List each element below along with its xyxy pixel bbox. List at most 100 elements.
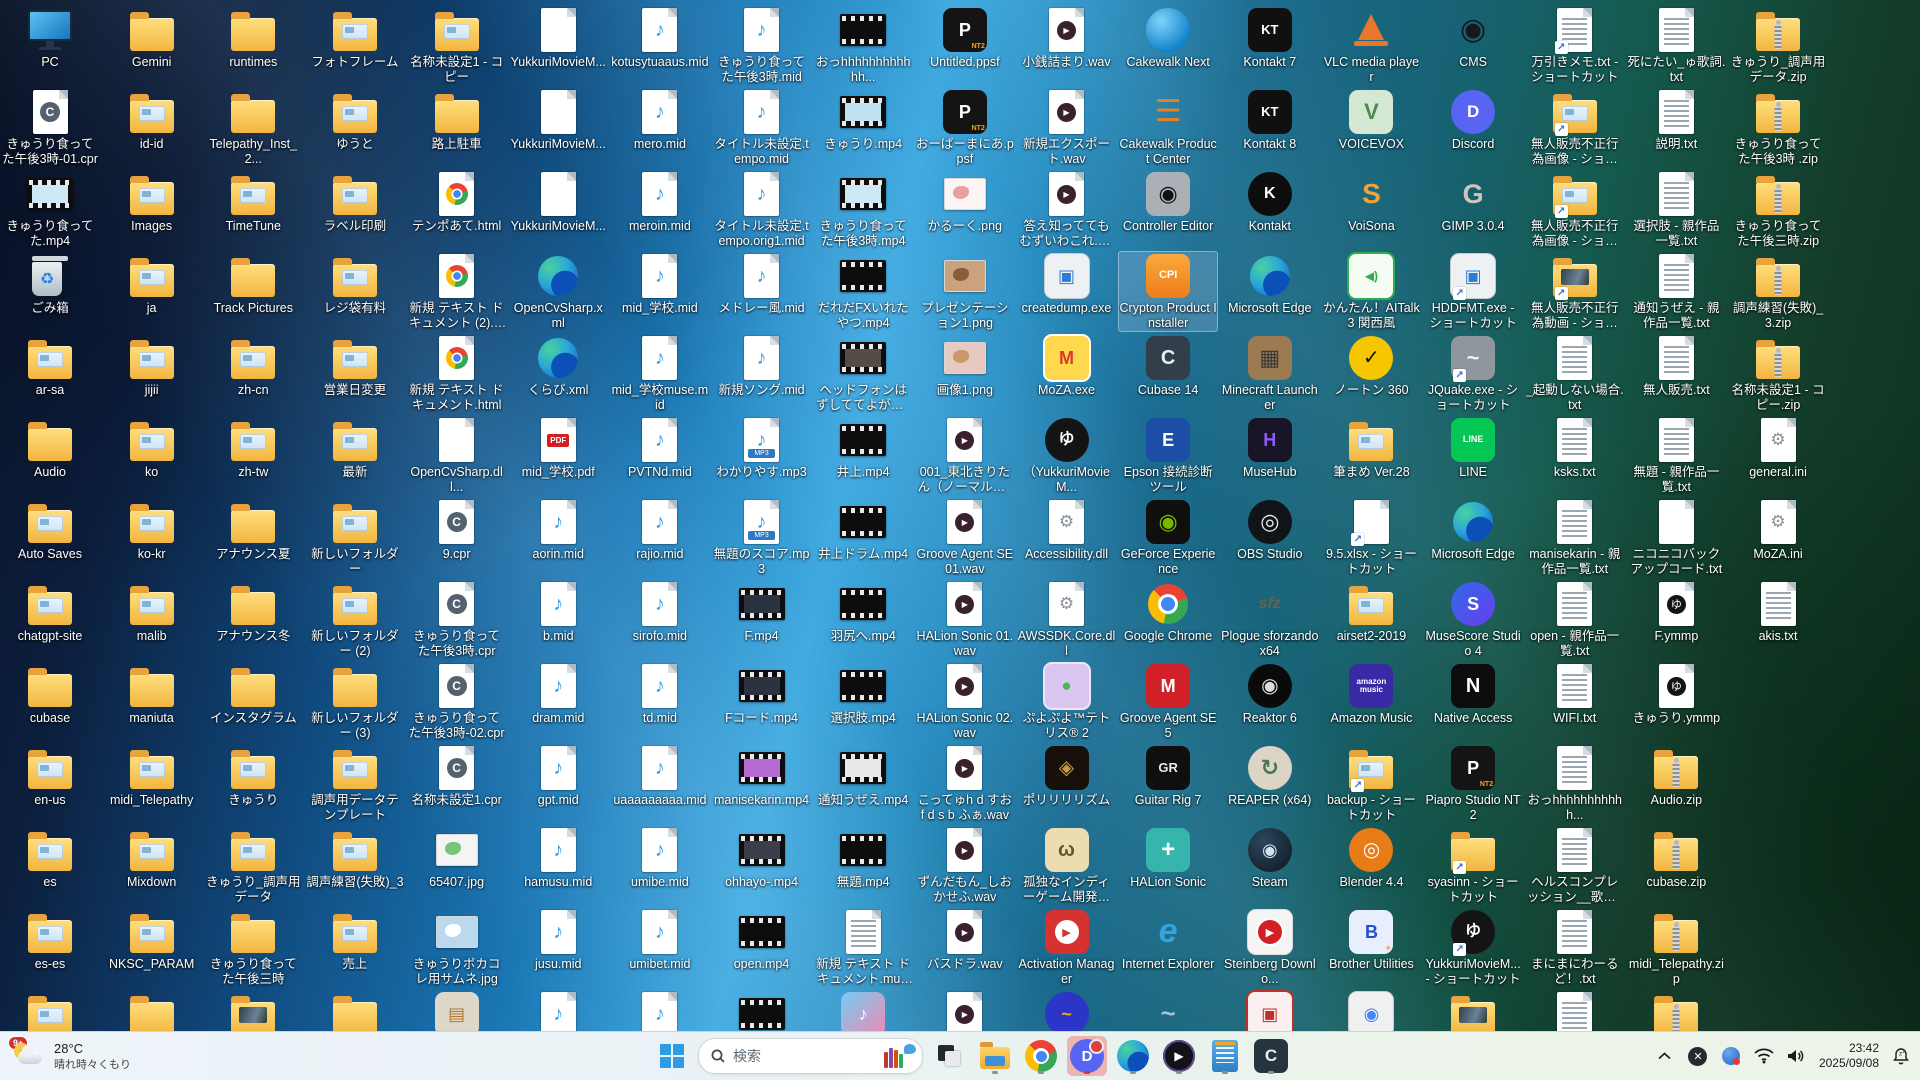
desktop-icon[interactable]: Google Chrome bbox=[1119, 580, 1217, 644]
app-squares-button[interactable] bbox=[929, 1036, 969, 1076]
start-button[interactable] bbox=[652, 1036, 692, 1076]
desktop-icon[interactable]: ▶ HALion Sonic 01.wav bbox=[916, 580, 1014, 659]
desktop-icon[interactable]: chatgpt-site bbox=[1, 580, 99, 644]
desktop-icon[interactable]: アナウンス夏 bbox=[204, 498, 302, 562]
desktop-icon[interactable]: ♪ b.mid bbox=[509, 580, 607, 644]
desktop-icon[interactable]: es bbox=[1, 826, 99, 890]
desktop-icon[interactable]: ♪ タイトル未設定.tempo.mid bbox=[713, 88, 811, 167]
desktop-icon[interactable]: ▶001_東北きりたん（ノーマル）_今じゃ... bbox=[916, 416, 1014, 495]
desktop-icon[interactable]: Auto Saves bbox=[1, 498, 99, 562]
desktop-icon[interactable]: C きゅうり食ってた午後3時-01.cpr bbox=[1, 88, 99, 167]
desktop-icon[interactable]: C Cubase 14 bbox=[1119, 334, 1217, 398]
desktop-icon[interactable]: 井上.mp4 bbox=[814, 416, 912, 480]
desktop-icon[interactable]: PDF mid_学校.pdf bbox=[509, 416, 607, 480]
desktop-icon[interactable]: ◉ Reaktor 6 bbox=[1221, 662, 1319, 726]
desktop-icon[interactable]: 新しいフォルダー (3) bbox=[306, 662, 404, 741]
desktop-icon[interactable]: ゆ ↗ YukkuriMovieM... - ショートカット bbox=[1424, 908, 1522, 987]
desktop-icon[interactable]: open - 親作品一覧.txt bbox=[1526, 580, 1624, 659]
desktop-icon[interactable]: 筆まめ Ver.28 bbox=[1322, 416, 1420, 480]
desktop-icon[interactable]: ● ぷよぷよ™テトリス® 2 bbox=[1018, 662, 1116, 741]
desktop-icon[interactable]: airset2-2019 bbox=[1322, 580, 1420, 644]
desktop-icon[interactable]: テンポあて.html bbox=[408, 170, 506, 234]
desktop-icon[interactable]: es-es bbox=[1, 908, 99, 972]
desktop-icon[interactable]: 調声用データテンプレート bbox=[306, 744, 404, 823]
desktop-icon[interactable]: ♪ mid_学校.mid bbox=[611, 252, 709, 316]
desktop-icon[interactable]: 最新 bbox=[306, 416, 404, 480]
tray-app-orb-icon[interactable] bbox=[1720, 1045, 1742, 1067]
desktop-icon[interactable]: Telepathy_Inst_2... bbox=[204, 88, 302, 167]
desktop-icon[interactable]: ⚙ MoZA.ini bbox=[1729, 498, 1827, 562]
desktop-icon[interactable]: K Kontakt bbox=[1221, 170, 1319, 234]
desktop-icon[interactable]: 路上駐車 bbox=[408, 88, 506, 152]
desktop-icon[interactable]: YukkuriMovieM... bbox=[509, 6, 607, 70]
desktop-icon[interactable]: NKSC_PARAM bbox=[103, 908, 201, 972]
desktop-icon[interactable]: zh-tw bbox=[204, 416, 302, 480]
desktop-icon[interactable]: ◎ OBS Studio bbox=[1221, 498, 1319, 562]
desktop-icon[interactable]: ヘッドフォンはずしててよがっt.mp4 bbox=[814, 334, 912, 413]
desktop-icon[interactable]: C 9.cpr bbox=[408, 498, 506, 562]
desktop-icon[interactable]: id-id bbox=[103, 88, 201, 152]
desktop-icon[interactable]: きゅうりボカコレ用サムネ.jpg bbox=[408, 908, 506, 987]
desktop-icon[interactable]: F.mp4 bbox=[713, 580, 811, 644]
desktop-icon[interactable]: YukkuriMovieM... bbox=[509, 88, 607, 152]
desktop-icon[interactable]: アナウンス冬 bbox=[204, 580, 302, 644]
desktop-icon[interactable]: 調声練習(失敗)_3 bbox=[306, 826, 404, 890]
tray-app-close-icon[interactable]: ✕ bbox=[1687, 1045, 1709, 1067]
desktop-icon[interactable]: ▶答え知っててもむずいわこれ.wav bbox=[1018, 170, 1116, 249]
desktop-icon[interactable]: 新しいフォルダー (2) bbox=[306, 580, 404, 659]
desktop-icon[interactable]: ko-kr bbox=[103, 498, 201, 562]
wifi-icon[interactable] bbox=[1753, 1045, 1775, 1067]
desktop-icon[interactable]: ♪ メドレー風.mid bbox=[713, 252, 811, 316]
desktop-icon[interactable]: ⚙ Accessibility.dll bbox=[1018, 498, 1116, 562]
desktop-icon[interactable]: ▶ HALion Sonic 02.wav bbox=[916, 662, 1014, 741]
desktop-icon[interactable]: 死にたい_ゅ歌詞.txt bbox=[1627, 6, 1725, 85]
desktop-icon[interactable]: open.mp4 bbox=[713, 908, 811, 972]
desktop-icon[interactable]: S VoiSona bbox=[1322, 170, 1420, 234]
desktop-icon[interactable]: ◉ CMS bbox=[1424, 6, 1522, 70]
desktop-icon[interactable]: C きゅうり食ってた午後3時-02.cpr bbox=[408, 662, 506, 741]
desktop-icon[interactable]: ♪ meroin.mid bbox=[611, 170, 709, 234]
desktop-icon[interactable]: midi_Telepathy.zip bbox=[1627, 908, 1725, 987]
desktop-icon[interactable]: cubase bbox=[1, 662, 99, 726]
cubase-button[interactable]: C bbox=[1251, 1036, 1291, 1076]
desktop-icon[interactable]: ▶ 小銭詰まり.wav bbox=[1018, 6, 1116, 70]
desktop-icon[interactable]: jijii bbox=[103, 334, 201, 398]
desktop-icon[interactable]: 無題 - 親作品一覧.txt bbox=[1627, 416, 1725, 495]
volume-icon[interactable] bbox=[1786, 1045, 1808, 1067]
desktop-icon[interactable]: GR Guitar Rig 7 bbox=[1119, 744, 1217, 808]
desktop-icon[interactable]: Mixdown bbox=[103, 826, 201, 890]
tray-chevron-up-icon[interactable] bbox=[1654, 1045, 1676, 1067]
desktop-icon[interactable]: V VOICEVOX bbox=[1322, 88, 1420, 152]
desktop-icon[interactable]: Audio.zip bbox=[1627, 744, 1725, 808]
desktop-icon[interactable]: M MoZA.exe bbox=[1018, 334, 1116, 398]
desktop-icon[interactable]: だれだFXいれたやつ.mp4 bbox=[814, 252, 912, 331]
desktop-icon[interactable]: zh-cn bbox=[204, 334, 302, 398]
desktop-icon[interactable]: PC bbox=[1, 6, 99, 70]
desktop-icon[interactable]: ◀) かんたん！AITalk 3 関西風 bbox=[1322, 252, 1420, 331]
desktop-icon[interactable]: ♪ kotusytuaaus.mid bbox=[611, 6, 709, 70]
desktop-icon[interactable]: WIFI.txt bbox=[1526, 662, 1624, 726]
desktop-icon[interactable]: まにまにわーるど！.txt bbox=[1526, 908, 1624, 987]
desktop-icon[interactable]: 営業日変更 bbox=[306, 334, 404, 398]
desktop-icon[interactable]: C きゅうり食ってた午後3時.cpr bbox=[408, 580, 506, 659]
desktop-icon[interactable]: ▦ Minecraft Launcher bbox=[1221, 334, 1319, 413]
desktop-icon[interactable]: ♪ td.mid bbox=[611, 662, 709, 726]
desktop-icon[interactable]: ↗ 9.5.xlsx - ショートカット bbox=[1322, 498, 1420, 577]
desktop-icon[interactable]: M Groove Agent SE 5 bbox=[1119, 662, 1217, 741]
desktop-icon[interactable]: ▶ Activation Manager bbox=[1018, 908, 1116, 987]
weather-widget[interactable]: 9+ 28°C 晴れ時々くもり bbox=[0, 1032, 143, 1080]
desktop-icon[interactable]: ゆうと bbox=[306, 88, 404, 152]
desktop-icon[interactable]: en-us bbox=[1, 744, 99, 808]
desktop-icon[interactable]: + HALion Sonic bbox=[1119, 826, 1217, 890]
desktop-icon[interactable]: ゆきゅうり.ymmp bbox=[1627, 662, 1725, 726]
desktop-icon[interactable]: 通知うぜえ - 親作品一覧.txt bbox=[1627, 252, 1725, 331]
desktop-icon[interactable]: 画像1.png bbox=[916, 334, 1014, 398]
desktop-icon[interactable]: C 名称未設定1.cpr bbox=[408, 744, 506, 808]
desktop-icon[interactable]: ♪ MP3 無題のスコア.mp3 bbox=[713, 498, 811, 577]
desktop-icon[interactable]: amazon music Amazon Music bbox=[1322, 662, 1420, 726]
desktop-icon[interactable]: ♪ gpt.mid bbox=[509, 744, 607, 808]
desktop-icon[interactable]: ♪ umibet.mid bbox=[611, 908, 709, 972]
desktop-icon[interactable]: B ★ Brother Utilities bbox=[1322, 908, 1420, 972]
desktop-icon[interactable]: きゅうり食ってた午後三時.zip bbox=[1729, 170, 1827, 249]
desktop-icon[interactable]: ♪ 新規ソング.mid bbox=[713, 334, 811, 398]
